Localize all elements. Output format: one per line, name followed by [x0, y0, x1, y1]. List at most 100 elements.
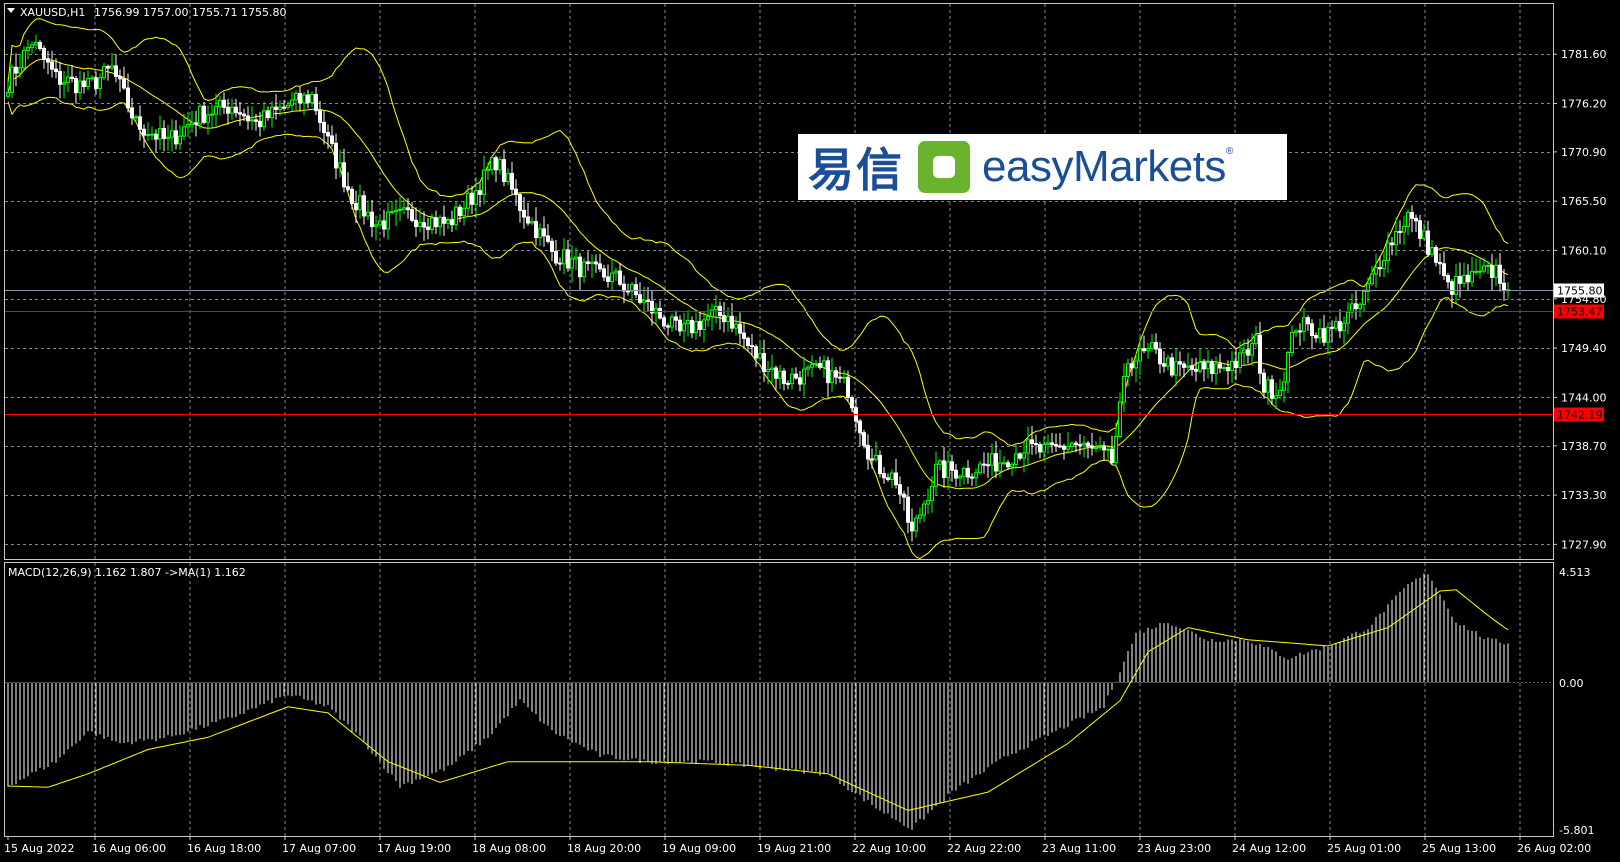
candle-body [1014, 453, 1018, 465]
candle-body [1018, 453, 1022, 459]
candle-body [858, 420, 862, 434]
candle-body [286, 104, 290, 108]
candle-body [270, 106, 274, 119]
candle-body [914, 517, 918, 532]
candle-body [1446, 275, 1450, 283]
candle-body [622, 283, 626, 292]
candle-body [170, 130, 174, 138]
candle-body [438, 216, 442, 228]
candle-body [1246, 349, 1250, 356]
candle-body [446, 219, 450, 224]
candle-body [702, 319, 706, 330]
candle-body [18, 67, 22, 74]
time-tick-label: 26 Aug 02:00 [1517, 842, 1591, 855]
time-tick-label: 24 Aug 12:00 [1232, 842, 1306, 855]
candle-body [406, 207, 410, 211]
candle-body [1090, 445, 1094, 449]
candle-body [186, 124, 190, 128]
candle-body [518, 194, 522, 211]
candle-body [598, 263, 602, 270]
candle-body [1330, 326, 1334, 329]
candle-body [898, 484, 902, 495]
candle-body [1002, 462, 1006, 465]
candle-body [246, 115, 250, 122]
candle-body [38, 41, 42, 49]
candle-body [1282, 381, 1286, 391]
candle-body [602, 268, 606, 278]
candle-body [718, 305, 722, 317]
candle-body [746, 337, 750, 347]
candle-body [706, 315, 710, 321]
macd-axis-zero: 0.00 [1559, 677, 1584, 690]
candle-body [58, 71, 62, 85]
candle-body [786, 382, 790, 385]
candle-body [1314, 334, 1318, 339]
candle-body [558, 262, 562, 265]
time-tick-label: 25 Aug 13:00 [1422, 842, 1496, 855]
candle-body [666, 325, 670, 328]
candle-body [554, 250, 558, 264]
candle-body [6, 92, 10, 97]
candle-body [134, 116, 138, 119]
candle-body [618, 270, 622, 285]
candle-body [202, 105, 206, 123]
candle-body [190, 122, 194, 126]
candle-body [958, 475, 962, 479]
candle-body [118, 75, 122, 80]
candle-body [1110, 448, 1114, 464]
candle-body [1494, 264, 1498, 278]
candle-body [1142, 348, 1146, 352]
candle-body [662, 317, 666, 327]
candle-body [522, 209, 526, 218]
time-tick-label: 22 Aug 10:00 [852, 842, 926, 855]
candle-body [1198, 362, 1202, 372]
candle-body [1406, 211, 1410, 228]
candle-body [818, 363, 822, 368]
candle-body [654, 307, 658, 314]
candle-body [606, 276, 610, 283]
candle-body [298, 92, 302, 104]
time-tick-label: 19 Aug 09:00 [662, 842, 736, 855]
candle-body [1218, 363, 1222, 369]
candle-body [338, 162, 342, 169]
candle-body [274, 106, 278, 110]
candle-body [658, 307, 662, 319]
candle-body [690, 320, 694, 334]
candle-body [686, 320, 690, 325]
candle-body [862, 432, 866, 446]
candle-body [910, 521, 914, 532]
candle-body [90, 77, 94, 80]
candle-body [994, 453, 998, 472]
candle-body [42, 47, 46, 60]
time-tick-label: 18 Aug 20:00 [567, 842, 641, 855]
candle-body [694, 320, 698, 334]
candle-body [442, 216, 446, 224]
macd-axis-top: 4.513 [1559, 566, 1591, 579]
trading-chart[interactable]: 1753.471742.191755.80 1781.601776.201770… [0, 0, 1620, 862]
candle-body [498, 159, 502, 171]
candle-body [1358, 303, 1362, 310]
price-tick-label: 1749.40 [1561, 342, 1607, 355]
candle-body [178, 135, 182, 145]
candle-body [342, 162, 346, 188]
candle-body [886, 477, 890, 480]
candle-body [830, 370, 834, 384]
candle-body [626, 290, 630, 293]
candle-body [1470, 270, 1474, 283]
candle-body [794, 373, 798, 379]
candle-body [162, 127, 166, 139]
candle-body [578, 256, 582, 278]
candle-body [682, 323, 686, 332]
candle-body [382, 220, 386, 230]
candle-body [1482, 265, 1486, 272]
candle-body [1146, 348, 1150, 352]
candle-body [1454, 275, 1458, 295]
candle-body [34, 41, 38, 46]
candle-body [1310, 323, 1314, 336]
candle-body [574, 256, 578, 260]
candle-body [350, 188, 354, 205]
level-label: 1753.47 [1557, 306, 1603, 319]
candle-body [538, 228, 542, 239]
candle-body [970, 476, 974, 479]
candle-body [278, 106, 282, 110]
